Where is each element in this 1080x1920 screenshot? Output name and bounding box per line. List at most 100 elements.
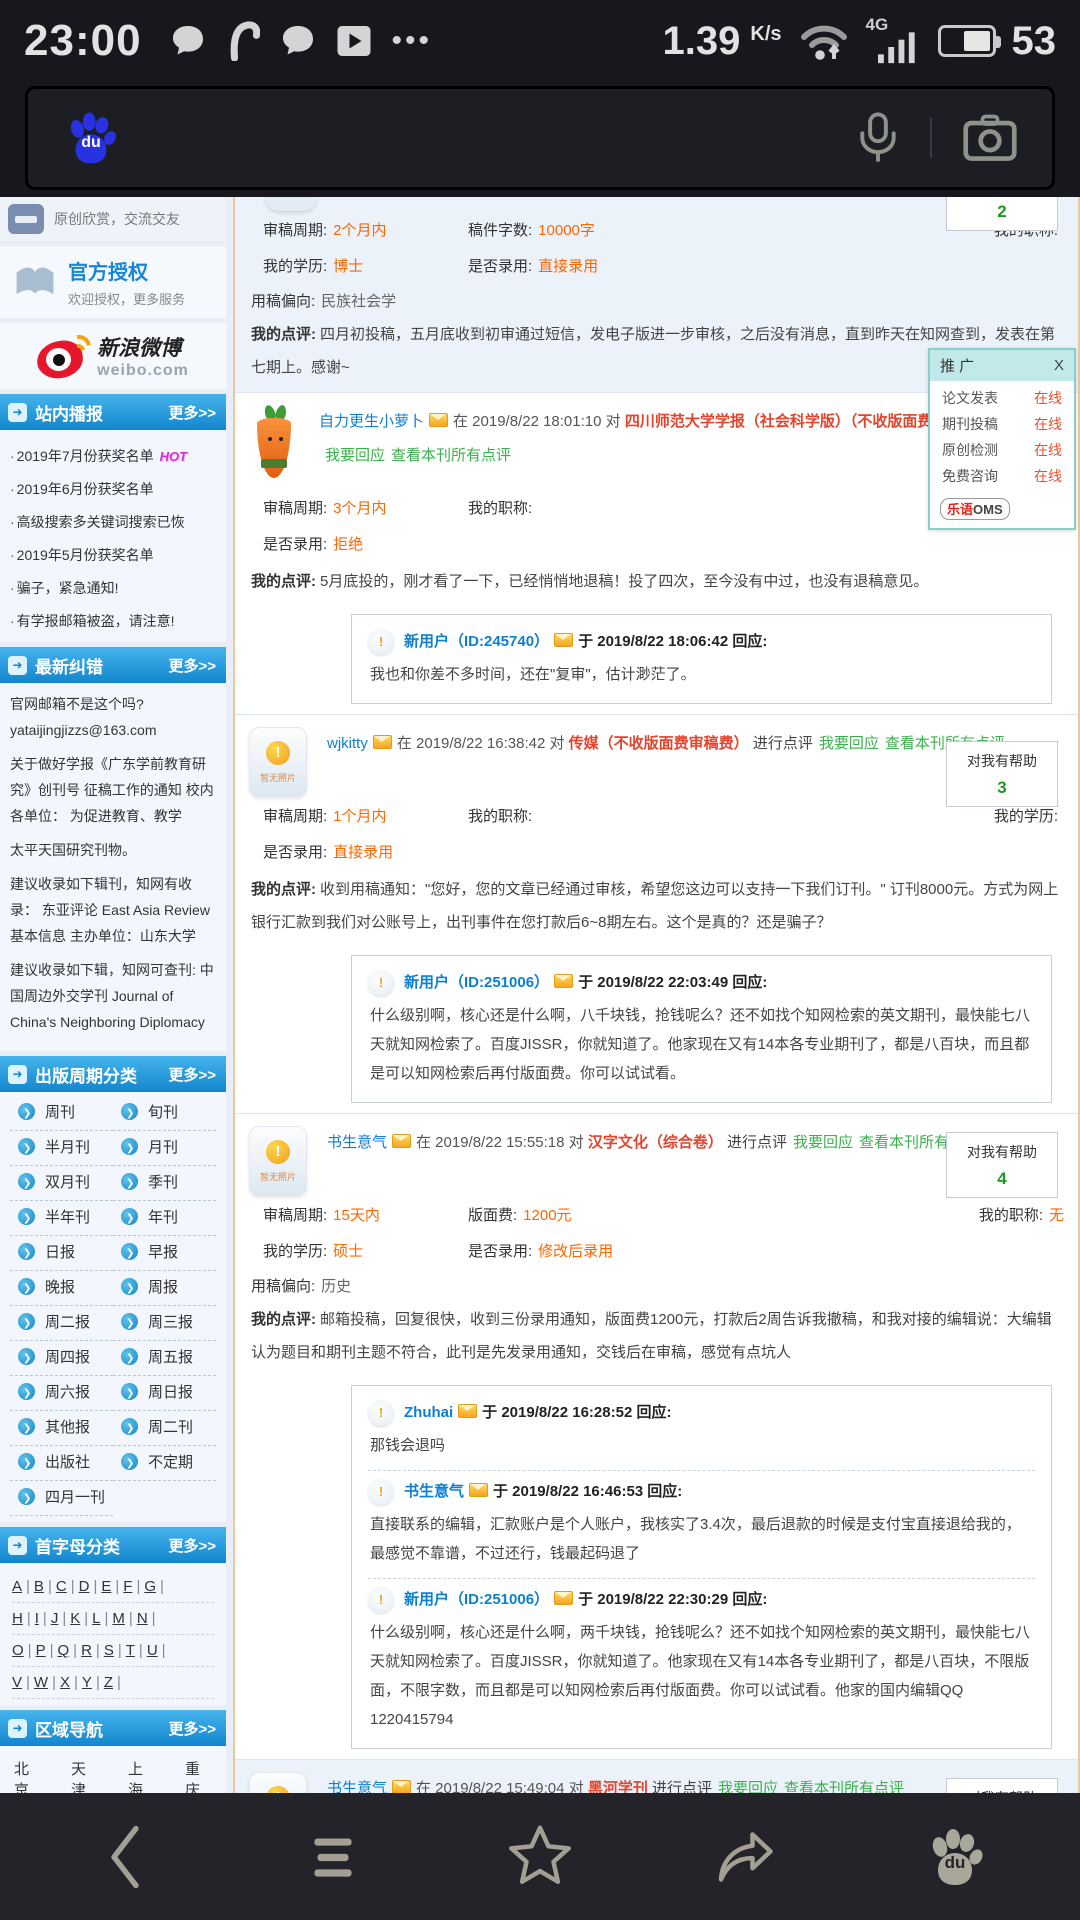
correction-item-link[interactable]: 官网邮箱不是这个吗? yataijingjizzs@163.com [10, 691, 216, 743]
news-more-link[interactable]: 更多>> [168, 402, 216, 423]
journal-link[interactable]: 传媒（不收版面费审稿费） [569, 735, 749, 752]
city-link[interactable]: 重庆 [185, 1758, 212, 1793]
username-link[interactable]: 书生意气 [327, 1780, 387, 1793]
news-item-link[interactable]: 2019年7月份获奖名单HOT [8, 438, 218, 471]
letter-link[interactable]: R [81, 1642, 92, 1659]
reply-username-link[interactable]: Zhuhai [404, 1404, 453, 1421]
helpful-vote-button[interactable]: 对我有帮助 4 [946, 1132, 1058, 1198]
username-link[interactable]: 自力更生小萝卜 [319, 413, 424, 430]
sidebar-weibo-banner[interactable]: 新浪微博 weibo.com [0, 323, 226, 389]
promo-service-link[interactable]: 期刊投稿在线 [930, 411, 1074, 437]
avatar[interactable] [249, 405, 299, 489]
view-all-link[interactable]: 查看本刊所有点评 [391, 447, 511, 464]
username-link[interactable]: wjkitty [327, 735, 368, 752]
news-item-link[interactable]: 2019年5月份获奖名单 [8, 537, 218, 570]
promo-service-link[interactable]: 原创检测在线 [930, 437, 1074, 463]
reply-link[interactable]: 我要回应 [793, 1134, 853, 1151]
letter-link[interactable]: E [101, 1578, 111, 1595]
letter-link[interactable]: T [126, 1642, 135, 1659]
voice-search-icon[interactable] [856, 110, 900, 166]
period-category-link[interactable]: 不定期 [113, 1446, 216, 1481]
reply-username-link[interactable]: 新用户（ID:251006） [404, 974, 549, 991]
journal-link[interactable]: 黑河学刊 [588, 1780, 648, 1793]
letter-link[interactable]: S [104, 1642, 114, 1659]
correction-item-link[interactable]: 建议收录如下辑刊，知网有收录： 东亚评论 East Asia Review 基本… [10, 871, 216, 949]
letter-link[interactable]: X [60, 1674, 70, 1691]
letter-link[interactable]: Q [58, 1642, 70, 1659]
letter-link[interactable]: A [12, 1578, 22, 1595]
correction-item-link[interactable]: 关于做好学报《广东学前教育研究》创刊号 征稿工作的通知 校内各单位： 为促进教育… [10, 751, 216, 829]
sidebar-official-license[interactable]: 官方授权 欢迎授权，更多服务 [0, 246, 226, 318]
reply-link[interactable]: 我要回应 [718, 1780, 778, 1793]
mail-icon[interactable] [373, 735, 392, 749]
news-item-link[interactable]: 骗子，紧急通知! [8, 570, 218, 603]
period-category-link[interactable]: 半年刊 [10, 1201, 113, 1236]
mail-icon[interactable] [554, 974, 573, 988]
helpful-vote-button[interactable]: 对我有帮助 3 [946, 1778, 1058, 1793]
search-bar[interactable]: du [25, 86, 1055, 190]
camera-search-icon[interactable] [962, 113, 1018, 163]
letter-link[interactable]: Y [82, 1674, 92, 1691]
letter-link[interactable]: H [12, 1610, 23, 1627]
news-item-link[interactable]: 有学报邮箱被盗，请注意! [8, 603, 218, 636]
letter-link[interactable]: B [34, 1578, 44, 1595]
period-more-link[interactable]: 更多>> [168, 1064, 216, 1085]
period-category-link[interactable]: 旬刊 [113, 1096, 216, 1131]
menu-button[interactable] [288, 1812, 378, 1902]
letter-link[interactable]: M [112, 1610, 125, 1627]
news-item-link[interactable]: 高级搜索多关键词搜索已恢 [8, 504, 218, 537]
period-category-link[interactable]: 周五报 [113, 1341, 216, 1376]
period-category-link[interactable]: 周报 [113, 1271, 216, 1306]
corrections-more-link[interactable]: 更多>> [168, 655, 216, 676]
letter-link[interactable]: Z [104, 1674, 113, 1691]
letter-link[interactable]: N [137, 1610, 148, 1627]
period-category-link[interactable]: 周日报 [113, 1376, 216, 1411]
helpful-vote-button[interactable]: 对我有帮助 3 [946, 741, 1058, 807]
city-link[interactable]: 天津 [71, 1758, 98, 1793]
letter-link[interactable]: D [79, 1578, 90, 1595]
period-category-link[interactable]: 出版社 [10, 1446, 113, 1481]
mail-icon[interactable] [392, 1780, 411, 1793]
helpful-vote-button[interactable]: 对我有帮助 2 [946, 197, 1058, 231]
period-category-link[interactable]: 周二报 [10, 1306, 113, 1341]
share-button[interactable] [703, 1812, 793, 1902]
username-link[interactable]: 书生意气 [327, 1134, 387, 1151]
letter-link[interactable]: K [70, 1610, 80, 1627]
region-more-link[interactable]: 更多>> [168, 1718, 216, 1739]
period-category-link[interactable]: 周三报 [113, 1306, 216, 1341]
period-category-link[interactable]: 半月刊 [10, 1131, 113, 1166]
city-link[interactable]: 上海 [128, 1758, 155, 1793]
letter-link[interactable]: U [147, 1642, 158, 1659]
sidebar-partner-banner[interactable]: 原创欣赏，交流交友 [0, 197, 226, 241]
reply-username-link[interactable]: 新用户（ID:245740） [404, 633, 549, 650]
bookmark-star-button[interactable] [495, 1812, 585, 1902]
mail-icon[interactable] [469, 1483, 488, 1497]
mail-icon[interactable] [554, 1591, 573, 1605]
mail-icon[interactable] [429, 413, 448, 427]
leyu-oms-logo[interactable]: 乐语OMS [940, 498, 1010, 520]
period-category-link[interactable]: 周四报 [10, 1341, 113, 1376]
letter-link[interactable]: W [34, 1674, 48, 1691]
letter-link[interactable]: J [51, 1610, 59, 1627]
mail-icon[interactable] [458, 1404, 477, 1418]
alphabet-more-link[interactable]: 更多>> [168, 1535, 216, 1556]
back-button[interactable] [80, 1812, 170, 1902]
reply-link[interactable]: 我要回应 [819, 735, 879, 752]
period-category-link[interactable]: 双月刊 [10, 1166, 113, 1201]
close-icon[interactable]: X [1054, 357, 1064, 374]
letter-link[interactable]: O [12, 1642, 24, 1659]
reply-username-link[interactable]: 新用户（ID:251006） [404, 1591, 549, 1608]
period-category-link[interactable]: 其他报 [10, 1411, 113, 1446]
avatar[interactable]: !暂无照片 [249, 1126, 307, 1196]
letter-link[interactable]: G [144, 1578, 156, 1595]
letter-link[interactable]: V [12, 1674, 22, 1691]
avatar[interactable]: !暂无照片 [249, 727, 307, 797]
correction-item-link[interactable]: 建议收录如下辑，知网可查刊: 中国周边外交学刊 Journal of China… [10, 957, 216, 1035]
baidu-logo-icon[interactable]: du [62, 109, 120, 167]
period-category-link[interactable]: 年刊 [113, 1201, 216, 1236]
reply-username-link[interactable]: 书生意气 [404, 1483, 464, 1500]
mail-icon[interactable] [554, 633, 573, 647]
letter-link[interactable]: F [123, 1578, 132, 1595]
period-category-link[interactable]: 周六报 [10, 1376, 113, 1411]
baidu-home-button[interactable]: du [910, 1812, 1000, 1902]
